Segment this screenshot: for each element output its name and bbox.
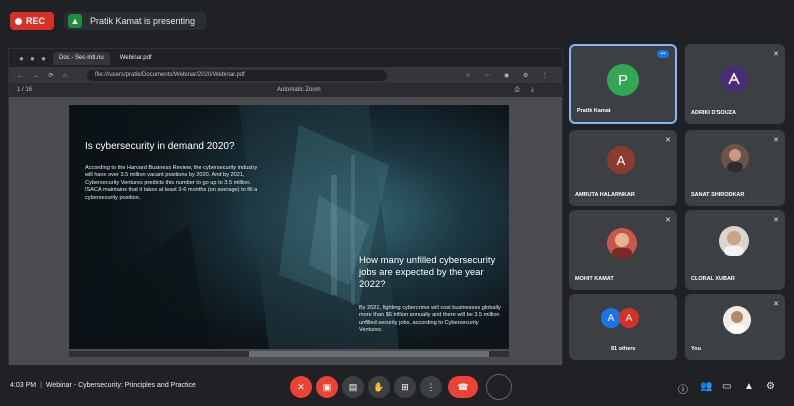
present-screen-icon: ▲: [68, 14, 82, 28]
pdf-zoom-select[interactable]: Automatic Zoom: [277, 87, 321, 93]
more-options-button[interactable]: ⋮: [420, 376, 442, 398]
avatar: [721, 66, 747, 92]
browser-tab-second[interactable]: Webinar.pdf: [114, 52, 158, 65]
browser-tab-active[interactable]: Doc - Sec-mtl.nu: [53, 51, 110, 65]
phone-hangup-icon: ☎: [457, 381, 469, 392]
captions-icon: ▤: [348, 381, 358, 392]
avatar-second: A: [619, 308, 639, 328]
person-photo-icon: [612, 233, 632, 258]
participant-tile[interactable]: ✕ ADRIKI D'SOUZA: [685, 44, 785, 124]
top-bar: REC ▲ Pratik Kamat is presenting: [0, 0, 794, 34]
participant-tile[interactable]: ✕ MOHIT KAMAT: [569, 210, 677, 290]
participant-name: SANAT SHIRODKAR: [691, 192, 745, 198]
participant-name: MOHIT KAMAT: [575, 276, 614, 282]
activities-icon[interactable]: ▲: [744, 381, 754, 392]
window-controls-icon[interactable]: ● ● ●: [19, 54, 49, 63]
meeting-time: 4:03 PM: [10, 382, 37, 389]
participant-name: You: [691, 346, 701, 352]
bottom-control-bar: 4:03 PM | Webinar - Cybersecurity: Princip…: [0, 370, 794, 406]
person-photo-icon: [729, 311, 745, 334]
participant-name: ADRIKI D'SOUZA: [691, 110, 737, 116]
people-icon[interactable]: 👥: [700, 381, 712, 392]
person-photo-icon: [727, 149, 743, 172]
pdf-toolbar: 1 / 16 Automatic Zoom ⎙ ⤓ ⋮: [9, 83, 562, 97]
mic-muted-icon: ✕: [773, 217, 779, 224]
browser-nav-icons[interactable]: ← → ⟳ ⌂: [17, 72, 87, 79]
avatar: P: [607, 64, 639, 96]
host-controls-icon[interactable]: ⚙: [766, 381, 775, 392]
pdf-viewer: Is cybersecurity in demand 2020? Accordi…: [9, 97, 562, 365]
browser-extension-icons[interactable]: ☆ ⋯ ◉ ⚙ ⋮: [465, 72, 554, 79]
url-field[interactable]: file:///users/pratik/Documents/Webinar/2…: [87, 69, 387, 81]
mic-muted-icon: ✕: [773, 137, 779, 144]
chat-icon[interactable]: ▭: [722, 381, 731, 392]
presenting-text: Pratik Kamat is presenting: [90, 16, 196, 26]
recording-label: REC: [26, 16, 46, 26]
slide-body-2: By 2021, fighting cybercrime will cost b…: [359, 305, 501, 334]
slide-body-1: According to the Harvard Business Review…: [85, 165, 258, 201]
mic-muted-icon: ✕: [665, 137, 671, 144]
slide-heading-2: How many unfilled cybersecurity jobs are…: [359, 255, 496, 290]
participant-name: CLORAL XUBAR: [691, 276, 735, 282]
mic-toggle-button[interactable]: ✕: [290, 376, 312, 398]
avatar-photo: [723, 306, 751, 334]
speaking-indicator-icon: •••: [657, 50, 669, 58]
person-photo-icon: [724, 231, 744, 256]
scrollbar-thumb[interactable]: [249, 351, 489, 357]
participant-tile-others[interactable]: A A 81 others: [569, 294, 677, 360]
pdf-page-indicator[interactable]: 1 / 16: [17, 87, 137, 93]
separator: |: [40, 382, 42, 389]
shared-screen: ● ● ● Doc - Sec-mtl.nu Webinar.pdf ← → ⟳…: [8, 48, 563, 365]
more-vert-icon: ⋮: [426, 381, 436, 392]
raise-hand-button[interactable]: ✋: [368, 376, 390, 398]
avatar-photo: [719, 226, 749, 256]
camera-toggle-button[interactable]: ▣: [316, 376, 338, 398]
mic-muted-icon: ✕: [773, 301, 779, 308]
presentation-slide: Is cybersecurity in demand 2020? Accordi…: [69, 105, 509, 349]
horizontal-scrollbar[interactable]: [69, 351, 509, 357]
mic-off-icon: ✕: [297, 381, 305, 392]
present-icon: ⊞: [401, 381, 409, 392]
avatar: A: [607, 146, 635, 174]
slide-heading-1: Is cybersecurity in demand 2020?: [85, 141, 235, 152]
avatar-photo: [721, 144, 749, 172]
avatar: A: [601, 308, 621, 328]
presenting-banner[interactable]: ▲ Pratik Kamat is presenting: [64, 12, 206, 30]
info-icon[interactable]: ⓘ: [678, 381, 688, 396]
mic-muted-icon: ✕: [773, 51, 779, 58]
browser-tab-bar: ● ● ● Doc - Sec-mtl.nu Webinar.pdf: [9, 49, 562, 67]
participant-name: AMRUTA HALARNKAR: [575, 192, 635, 198]
captions-button[interactable]: ▤: [342, 376, 364, 398]
record-dot-icon: [15, 17, 22, 25]
loading-spinner: [486, 374, 512, 400]
present-button[interactable]: ⊞: [394, 376, 416, 398]
meeting-info: 4:03 PM | Webinar - Cybersecurity: Princip…: [10, 382, 196, 389]
mic-muted-icon: ✕: [665, 217, 671, 224]
browser-address-bar: ← → ⟳ ⌂ file:///users/pratik/Documents/W…: [9, 67, 562, 83]
camera-off-icon: ▣: [322, 381, 332, 392]
participant-tile-self[interactable]: ✕ You: [685, 294, 785, 360]
recording-badge: REC: [10, 12, 54, 30]
avatar-photo: [607, 228, 637, 258]
participant-name: 81 others: [611, 346, 636, 352]
participant-tile[interactable]: A ✕ AMRUTA HALARNKAR: [569, 130, 677, 206]
participant-tile[interactable]: ✕ CLORAL XUBAR: [685, 210, 785, 290]
leave-call-button[interactable]: ☎: [448, 376, 478, 398]
participant-name: Pratik Kamat: [577, 108, 611, 114]
meeting-title: Webinar - Cybersecurity: Principles and …: [45, 382, 196, 389]
hand-icon: ✋: [373, 381, 385, 392]
participant-tile[interactable]: ✕ SANAT SHIRODKAR: [685, 130, 785, 206]
participant-tile-presenter[interactable]: P ••• Pratik Kamat: [569, 44, 677, 124]
pdf-tool-icons[interactable]: ⎙ ⤓ ⋮: [515, 87, 552, 94]
avatar-logo-icon: [728, 72, 740, 85]
